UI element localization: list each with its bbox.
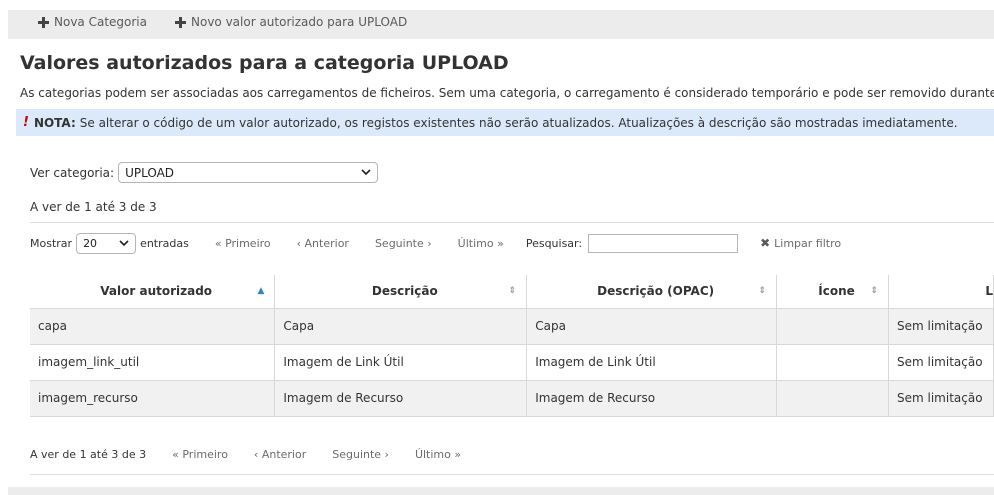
page-length-select[interactable]: 20 (76, 232, 137, 254)
new-authorized-value-button[interactable]: Novo valor autorizado para UPLOAD (175, 15, 407, 29)
footer-next-page-button[interactable]: Seguinte › (332, 448, 389, 461)
first-page-button[interactable]: « Primeiro (215, 237, 271, 250)
page-title: Valores autorizados para a categoria UPL… (20, 52, 509, 74)
column-header-description[interactable]: Descrição ⇕ (274, 275, 528, 309)
chevron-down-icon (119, 239, 129, 246)
values-panel: Ver categoria: UPLOAD A ver de 1 até 3 d… (20, 145, 994, 487)
plus-icon (175, 16, 186, 28)
cell-description-opac: Capa (526, 307, 778, 345)
sort-both-icon: ⇕ (758, 286, 767, 297)
previous-page-button[interactable]: ‹ Anterior (297, 237, 349, 250)
cell-library-limitation: Sem limitação (888, 343, 994, 381)
column-header-library-limitation[interactable]: L (888, 275, 994, 309)
column-header-description-opac[interactable]: Descrição (OPAC) ⇕ (526, 275, 778, 309)
new-category-button[interactable]: Nova Categoria (38, 15, 147, 29)
table-row: capa Capa Capa Sem limitação (30, 307, 994, 345)
search-input[interactable] (588, 233, 739, 253)
note-text: Se alterar o código de um valor autoriza… (79, 115, 958, 130)
table-row: imagem_link_util Imagem de Link Útil Ima… (30, 343, 994, 381)
page-length-value: 20 (83, 236, 98, 250)
plus-icon (38, 16, 49, 28)
count-text: A ver de 1 até 3 de 3 (30, 200, 157, 214)
cell-value: imagem_recurso (30, 379, 276, 417)
cell-icon (776, 343, 889, 381)
sort-both-icon: ⇕ (870, 286, 878, 297)
cell-value: capa (30, 307, 276, 345)
clear-filter-label: Limpar filtro (774, 236, 842, 250)
table-header-row: Valor autorizado ▲ Descrição ⇕ Descrição… (30, 275, 994, 309)
chevron-down-icon (361, 169, 371, 176)
cell-description-opac: Imagem de Recurso (526, 379, 778, 417)
cell-library-limitation: Sem limitação (888, 307, 994, 345)
intro-text: As categorias podem ser associadas aos c… (20, 86, 994, 100)
category-filter: Ver categoria: UPLOAD (30, 162, 379, 183)
table-row: imagem_recurso Imagem de Recurso Imagem … (30, 379, 994, 417)
cell-description: Imagem de Link Útil (274, 343, 528, 381)
show-label: Mostrar (30, 236, 73, 250)
footer-last-page-button[interactable]: Último » (415, 448, 461, 461)
entries-label: entradas (140, 236, 189, 250)
new-authorized-value-label: Novo valor autorizado para UPLOAD (191, 15, 408, 29)
cell-description: Imagem de Recurso (274, 379, 528, 417)
last-page-button[interactable]: Último » (458, 237, 504, 250)
table-footer: A ver de 1 até 3 de 3 « Primeiro ‹ Anter… (30, 448, 461, 461)
main-content: Valores autorizados para a categoria UPL… (8, 39, 994, 487)
category-label: Ver categoria: (30, 165, 115, 180)
category-select[interactable]: UPLOAD (118, 162, 379, 183)
clear-filter-button[interactable]: ✖ Limpar filtro (760, 236, 841, 250)
cell-description: Capa (274, 307, 528, 345)
cell-description-opac: Imagem de Link Útil (526, 343, 778, 381)
category-select-value: UPLOAD (125, 165, 175, 180)
search-label: Pesquisar: (525, 236, 583, 250)
exclamation-icon: ! (23, 115, 29, 130)
column-header-value[interactable]: Valor autorizado ▲ (30, 275, 276, 309)
note-label: NOTA: (33, 115, 76, 130)
footer-first-page-button[interactable]: « Primeiro (172, 448, 228, 461)
toolbar: Nova Categoria Novo valor autorizado par… (38, 13, 435, 31)
footer-count-text: A ver de 1 até 3 de 3 (30, 448, 147, 461)
cell-value: imagem_link_util (30, 343, 276, 381)
sort-asc-icon: ▲ (257, 286, 265, 297)
divider (30, 222, 994, 223)
cell-icon (776, 379, 889, 417)
new-category-label: Nova Categoria (54, 15, 147, 29)
next-page-button[interactable]: Seguinte › (375, 237, 432, 250)
values-table: Valor autorizado ▲ Descrição ⇕ Descrição… (30, 275, 994, 417)
sort-both-icon: ⇕ (508, 286, 517, 297)
footer-previous-page-button[interactable]: ‹ Anterior (254, 448, 306, 461)
divider (30, 474, 994, 475)
table-controls: Mostrar 20 entradas « Primeiro ‹ Anterio… (30, 231, 841, 255)
column-header-icon[interactable]: Ícone ⇕ (776, 275, 889, 309)
note-alert: ! NOTA: Se alterar o código de um valor … (16, 109, 994, 136)
cell-icon (776, 307, 889, 345)
x-icon: ✖ (760, 236, 771, 250)
cell-library-limitation: Sem limitação (888, 379, 994, 417)
